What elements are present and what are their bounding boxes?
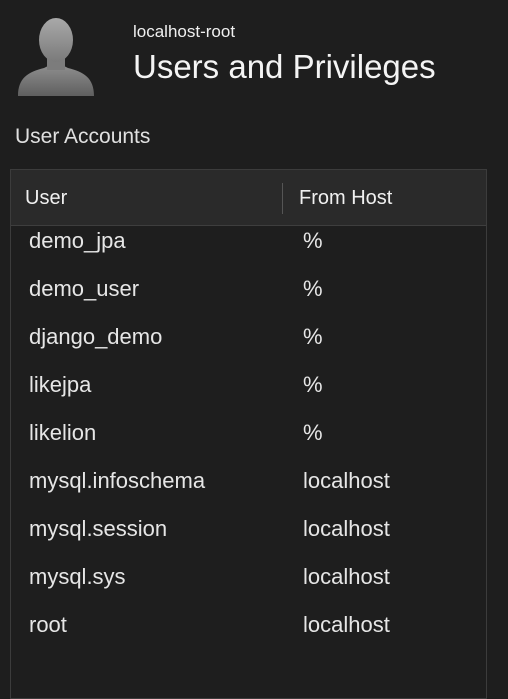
user-accounts-heading: User Accounts bbox=[15, 125, 151, 148]
cell-user: mysql.infoschema bbox=[29, 468, 206, 493]
header: localhost-root Users and Privileges bbox=[0, 0, 508, 110]
table-row[interactable]: likejpa % bbox=[11, 370, 486, 418]
table-row[interactable]: mysql.session localhost bbox=[11, 514, 486, 562]
cell-host: localhost bbox=[303, 516, 390, 541]
user-silhouette-icon bbox=[14, 12, 98, 96]
column-header-user[interactable]: User bbox=[25, 187, 67, 210]
cell-host: % bbox=[303, 372, 323, 397]
column-header-from-host[interactable]: From Host bbox=[299, 187, 392, 210]
cell-user: likejpa bbox=[29, 372, 92, 397]
page-title: Users and Privileges bbox=[133, 48, 436, 85]
cell-host: % bbox=[303, 228, 323, 253]
table-row[interactable]: mysql.infoschema localhost bbox=[11, 466, 486, 514]
table-row[interactable]: demo_jpa % bbox=[11, 226, 486, 274]
cell-user: mysql.session bbox=[29, 516, 168, 541]
table-header: User From Host bbox=[11, 170, 486, 226]
cell-user: root bbox=[29, 612, 67, 637]
cell-host: % bbox=[303, 324, 323, 349]
cell-user: demo_jpa bbox=[29, 228, 126, 253]
table-row[interactable]: demo_user % bbox=[11, 274, 486, 322]
table-row[interactable]: root localhost bbox=[11, 610, 486, 658]
cell-user: likelion bbox=[29, 420, 97, 445]
table-row[interactable]: likelion % bbox=[11, 418, 486, 466]
table-body: demo_jpa % demo_user % django_demo % lik… bbox=[11, 226, 486, 658]
cell-host: % bbox=[303, 276, 323, 301]
cell-user: mysql.sys bbox=[29, 564, 126, 589]
user-accounts-table[interactable]: User From Host demo_jpa % demo_user % dj… bbox=[10, 169, 487, 699]
cell-host: localhost bbox=[303, 564, 390, 589]
cell-host: localhost bbox=[303, 612, 390, 637]
cell-host: % bbox=[303, 420, 323, 445]
table-row[interactable]: mysql.sys localhost bbox=[11, 562, 486, 610]
table-row[interactable]: django_demo % bbox=[11, 322, 486, 370]
cell-user: django_demo bbox=[29, 324, 163, 349]
cell-host: localhost bbox=[303, 468, 390, 493]
connection-name: localhost-root bbox=[133, 22, 236, 41]
column-separator[interactable] bbox=[282, 183, 283, 214]
cell-user: demo_user bbox=[29, 276, 140, 301]
